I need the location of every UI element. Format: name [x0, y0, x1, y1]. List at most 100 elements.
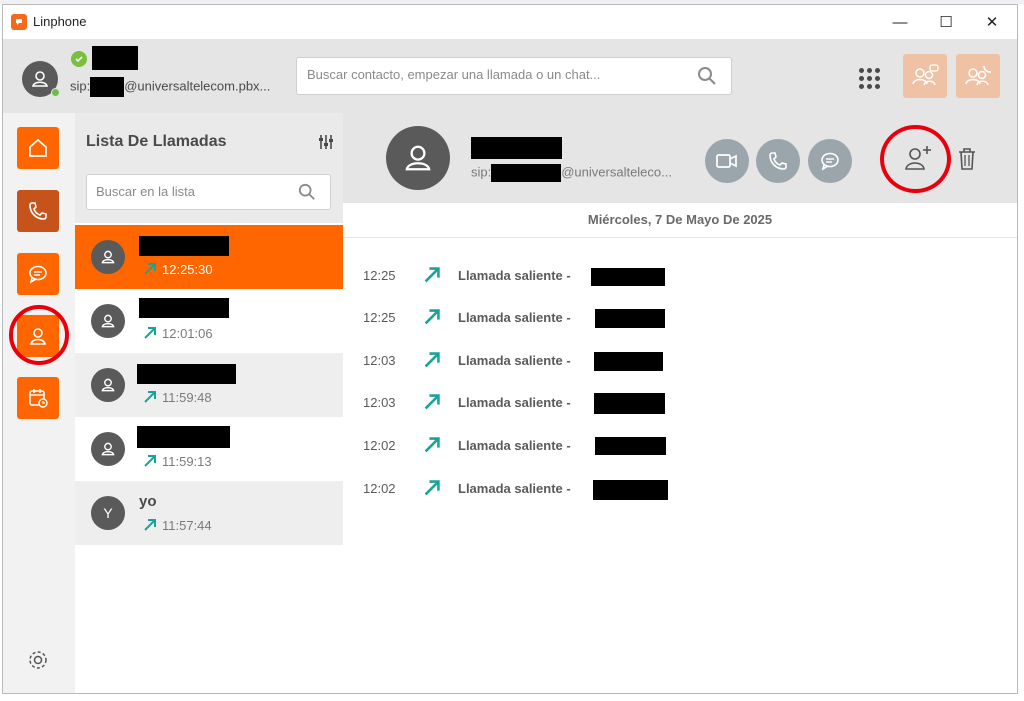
- redacted-account-name: [92, 46, 138, 70]
- history-label: Llamada saliente -: [458, 481, 571, 496]
- person-icon: [101, 314, 115, 328]
- redacted-contact-name: [137, 426, 230, 448]
- nav-meetings-button[interactable]: [17, 377, 59, 419]
- history-entry: 12:03 Llamada saliente -: [343, 391, 1017, 415]
- history-entry: 12:03 Llamada saliente -: [343, 349, 1017, 373]
- redacted-contact-name: [471, 137, 562, 159]
- redacted-contact-name: [137, 364, 236, 384]
- contact-sip-address: sip: @universaltelecо...: [471, 164, 672, 182]
- redacted-sip-user: [90, 77, 125, 97]
- redacted-contact-name: [139, 236, 229, 256]
- outgoing-call-icon: [424, 437, 440, 453]
- filter-icon[interactable]: [317, 133, 335, 151]
- history-label: Llamada saliente -: [458, 268, 571, 283]
- history-time: 12:25: [363, 268, 396, 283]
- outgoing-call-icon: [424, 480, 440, 496]
- phone-icon: [769, 152, 787, 170]
- redacted-contact-name: [139, 298, 229, 318]
- settings-gear-icon[interactable]: [27, 649, 49, 671]
- nav-home-button[interactable]: [17, 127, 59, 169]
- call-list-item[interactable]: 12:01:06: [75, 289, 343, 353]
- linphone-window: Linphone — ☐ ✕ sip: @universaltelecom.pbx…: [2, 4, 1018, 694]
- conference-chat-button[interactable]: [903, 54, 947, 98]
- contact-avatar: [91, 432, 125, 466]
- history-label: Llamada saliente -: [458, 353, 571, 368]
- calendar-icon: [29, 389, 48, 408]
- call-time: 11:57:44: [162, 518, 212, 533]
- person-icon: [32, 71, 48, 87]
- person-icon: [101, 250, 115, 264]
- person-icon: [101, 378, 115, 392]
- call-list-item[interactable]: 11:59:13: [75, 417, 343, 481]
- chat-icon: [821, 152, 839, 171]
- sip-domain: @universaltelecom.pbx...: [124, 78, 271, 94]
- history-time: 12:02: [363, 438, 396, 453]
- history-label: Llamada saliente -: [458, 395, 571, 410]
- maximize-button[interactable]: ☐: [923, 5, 969, 39]
- check-icon: [71, 51, 87, 67]
- call-list-item[interactable]: 12:25:30: [75, 225, 343, 289]
- highlight-circle-add-contact: [880, 125, 951, 193]
- outgoing-call-icon: [424, 267, 440, 283]
- call-list-panel: Lista De Llamadas 12:25:30 12:01:06: [75, 113, 343, 693]
- redacted-number: [595, 437, 666, 455]
- title-bar: Linphone — ☐ ✕: [3, 5, 1017, 39]
- history-entry: 12:02 Llamada saliente -: [343, 434, 1017, 458]
- chat-button[interactable]: [808, 139, 852, 183]
- contact-avatar: [91, 304, 125, 338]
- redacted-number: [593, 480, 668, 500]
- account-sip-address: sip: @universaltelecom.pbx...: [70, 77, 270, 97]
- sip-domain: @universaltelecо...: [561, 164, 672, 180]
- sip-prefix: sip:: [471, 164, 492, 180]
- history-entry: 12:25 Llamada saliente -: [343, 306, 1017, 330]
- highlight-circle-contacts: [9, 305, 69, 365]
- contact-header: sip: @universaltelecо...: [343, 113, 1017, 203]
- history-time: 12:02: [363, 481, 396, 496]
- contact-name: yo: [139, 493, 157, 510]
- close-button[interactable]: ✕: [969, 5, 1015, 39]
- call-time: 11:59:13: [162, 454, 212, 469]
- call-list-header: Lista De Llamadas: [75, 113, 343, 223]
- history-time: 12:25: [363, 310, 396, 325]
- sip-prefix: sip:: [70, 78, 91, 94]
- outgoing-call-icon: [424, 309, 440, 325]
- redacted-number: [594, 393, 665, 414]
- audio-call-button[interactable]: [756, 139, 800, 183]
- search-icon[interactable]: [697, 66, 717, 86]
- phone-icon: [29, 202, 47, 220]
- outgoing-call-icon: [144, 391, 156, 403]
- redacted-number: [594, 352, 663, 371]
- call-time: 12:01:06: [162, 326, 213, 341]
- history-entry: 12:25 Llamada saliente -: [343, 264, 1017, 288]
- person-icon: [101, 442, 115, 456]
- group-chat-icon: [912, 64, 939, 86]
- history-time: 12:03: [363, 353, 396, 368]
- contact-avatar: [91, 368, 125, 402]
- call-list-search-input[interactable]: [96, 184, 286, 199]
- call-list-item[interactable]: 11:59:48: [75, 353, 343, 417]
- minimize-button[interactable]: —: [877, 5, 923, 39]
- dialpad-icon[interactable]: [859, 68, 881, 90]
- left-navigation: [3, 113, 75, 693]
- main-search-input[interactable]: [307, 67, 687, 82]
- trash-icon[interactable]: [957, 147, 977, 171]
- contact-avatar: [91, 240, 125, 274]
- conference-call-button[interactable]: [956, 54, 1000, 98]
- search-icon[interactable]: [298, 183, 316, 201]
- history-label: Llamada saliente -: [458, 438, 571, 453]
- history-entry: 12:02 Llamada saliente -: [343, 477, 1017, 501]
- group-call-icon: [965, 65, 992, 86]
- presence-indicator: [51, 88, 60, 97]
- nav-calls-button[interactable]: [17, 190, 59, 232]
- history-label: Llamada saliente -: [458, 310, 571, 325]
- call-list-search-box[interactable]: [86, 174, 331, 210]
- nav-chat-button[interactable]: [17, 253, 59, 295]
- video-camera-icon: [716, 154, 737, 168]
- call-list-item[interactable]: Y yo 11:57:44: [75, 481, 343, 545]
- call-time: 12:25:30: [162, 262, 213, 277]
- video-call-button[interactable]: [705, 139, 749, 183]
- history-time: 12:03: [363, 395, 396, 410]
- date-divider: [343, 237, 1017, 238]
- main-search-box[interactable]: [296, 57, 732, 95]
- call-time: 11:59:48: [162, 390, 212, 405]
